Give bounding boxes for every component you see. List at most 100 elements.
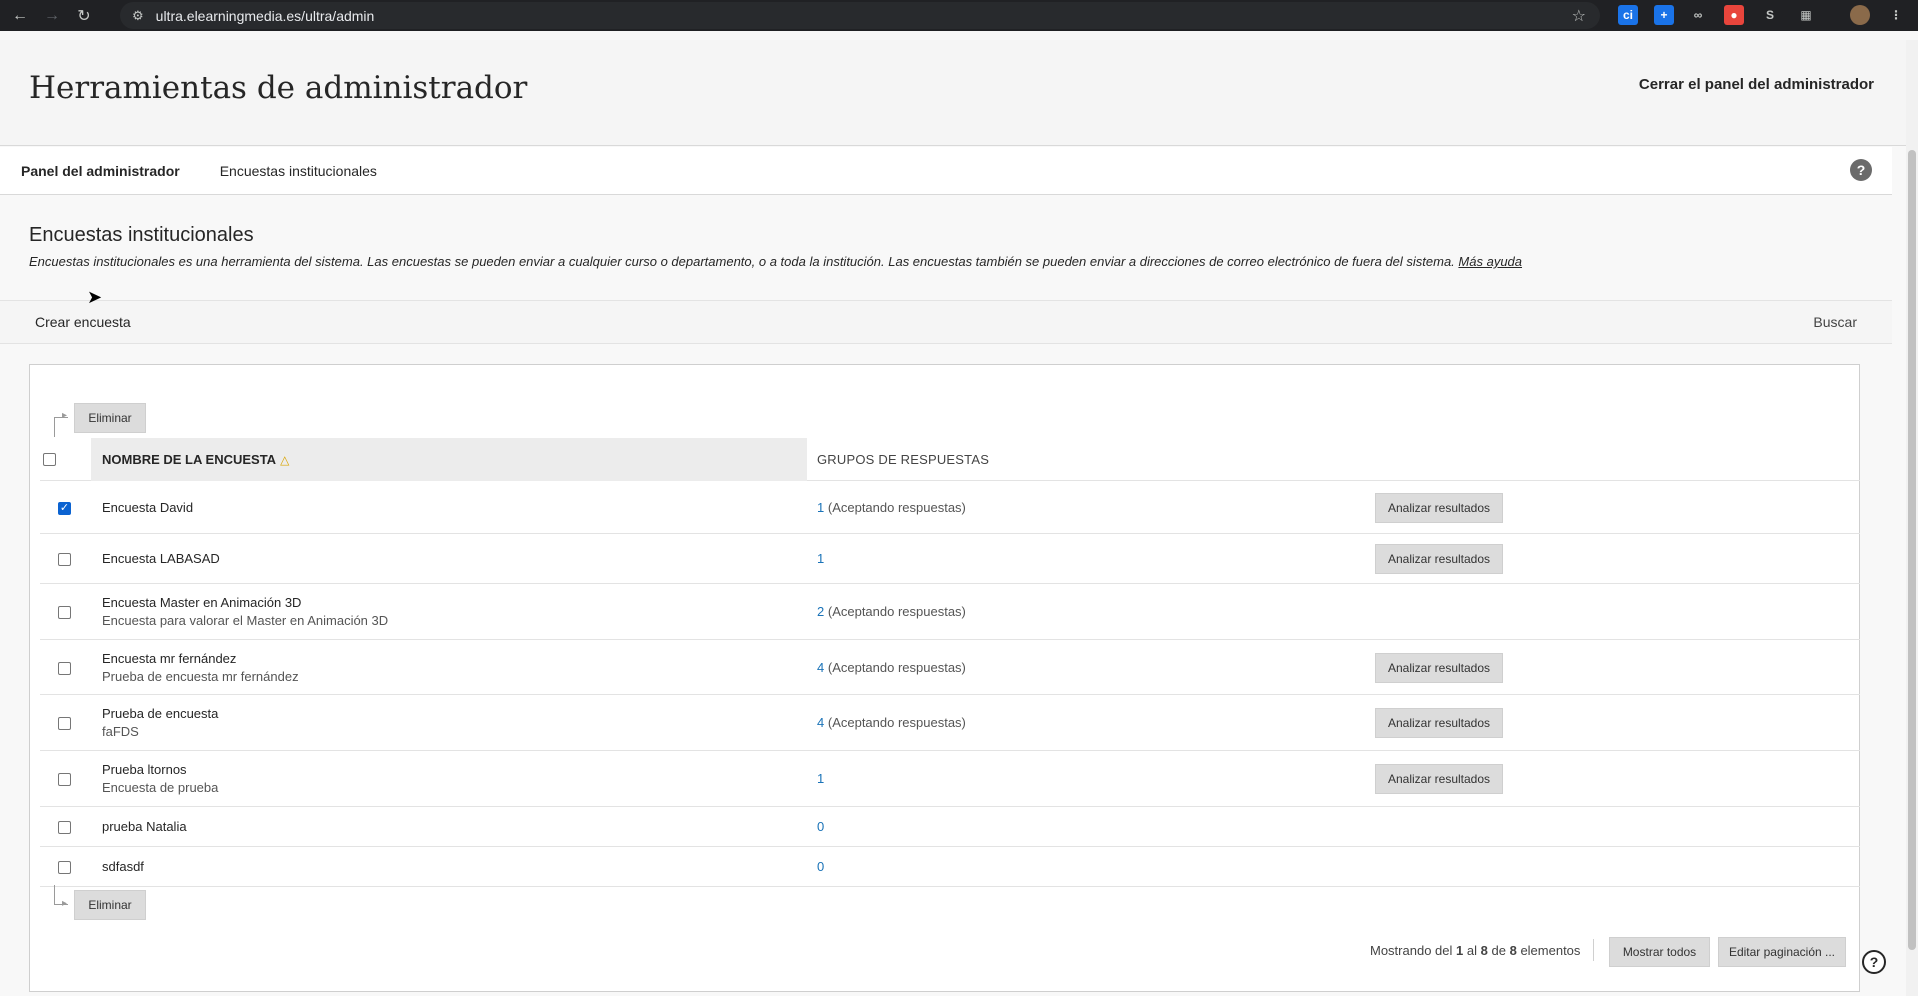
column-header-groups: GRUPOS DE RESPUESTAS — [817, 452, 990, 467]
column-header-name[interactable]: NOMBRE DE LA ENCUESTA △ — [102, 452, 289, 467]
avatar[interactable] — [1850, 5, 1870, 25]
row-checkbox[interactable] — [58, 821, 71, 834]
action-bar: Crear encuesta Buscar — [0, 300, 1892, 344]
description-text: Encuestas institucionales es una herrami… — [29, 254, 1455, 269]
show-all-button[interactable]: Mostrar todos — [1609, 937, 1710, 967]
puzzle-icon[interactable]: ▦ — [1796, 5, 1816, 25]
breadcrumb-admin-panel[interactable]: Panel del administrador — [21, 163, 180, 179]
response-groups-status: (Aceptando respuestas) — [827, 604, 966, 619]
survey-name[interactable]: prueba Natalia — [102, 819, 187, 834]
response-groups-link[interactable]: 1 — [817, 771, 824, 786]
response-groups-link[interactable]: 1 — [817, 500, 824, 515]
table-row: Encuesta mr fernández Prueba de encuesta … — [40, 640, 1860, 695]
page-title: Herramientas de administrador — [29, 70, 528, 106]
response-groups: 4 (Aceptando respuestas) — [817, 660, 966, 675]
pagination-mid: de — [1491, 943, 1506, 958]
analyze-results-button[interactable]: Analizar resultados — [1375, 653, 1503, 683]
table-row: ✓ Encuesta David 1 (Aceptando respuestas) A… — [40, 481, 1860, 534]
response-groups-status: (Aceptando respuestas) — [827, 715, 966, 730]
scrollbar[interactable] — [1906, 40, 1918, 996]
row-checkbox[interactable] — [58, 773, 71, 786]
extension-icon[interactable]: + — [1654, 5, 1674, 25]
extension-icon[interactable]: ci — [1618, 5, 1638, 25]
response-groups: 1 (Aceptando respuestas) — [817, 500, 966, 515]
mouse-cursor: ➤ — [87, 287, 103, 307]
help-icon[interactable]: ? — [1850, 159, 1872, 181]
pagination-to: 8 — [1480, 943, 1488, 958]
row-checkbox[interactable] — [58, 606, 71, 619]
response-groups: 2 (Aceptando respuestas) — [817, 604, 966, 619]
extension-icon[interactable]: ● — [1724, 5, 1744, 25]
delete-button-bottom[interactable]: Eliminar — [74, 890, 146, 920]
response-groups-link[interactable]: 0 — [817, 819, 824, 834]
close-admin-panel-link[interactable]: Cerrar el panel del administrador — [1639, 76, 1874, 93]
analyze-results-button[interactable]: Analizar resultados — [1375, 493, 1503, 523]
pagination-mid: al — [1466, 943, 1477, 958]
row-checkbox[interactable]: ✓ — [58, 502, 71, 515]
response-groups-link[interactable]: 0 — [817, 859, 824, 874]
table-row: Prueba ltornos Encuesta de prueba 1 Analiz… — [40, 751, 1860, 807]
select-all-checkbox[interactable] — [43, 453, 56, 466]
survey-name[interactable]: Encuesta LABASAD — [102, 551, 220, 566]
breadcrumb: Panel del administrador Encuestas instit… — [0, 147, 1892, 195]
search-button[interactable]: Buscar — [1813, 314, 1857, 330]
breadcrumb-institutional-surveys: Encuestas institucionales — [219, 162, 377, 179]
survey-description: Encuesta de prueba — [102, 780, 219, 795]
survey-name[interactable]: Encuesta David — [102, 500, 193, 515]
analyze-results-button[interactable]: Analizar resultados — [1375, 708, 1503, 738]
pagination-from: 1 — [1456, 943, 1464, 958]
reload-icon[interactable]: ↻ — [72, 4, 96, 28]
response-groups-link[interactable]: 4 — [817, 715, 824, 730]
row-checkbox[interactable] — [58, 717, 71, 730]
survey-name[interactable]: sdfasdf — [102, 859, 144, 874]
response-groups: 0 — [817, 819, 824, 834]
divider — [1593, 939, 1594, 961]
row-checkbox[interactable] — [58, 861, 71, 874]
response-groups: 1 — [817, 771, 824, 786]
row-checkbox[interactable] — [58, 662, 71, 675]
arrow-right-icon: ▸ — [62, 898, 68, 909]
table-row: Encuesta Master en Animación 3D Encuesta … — [40, 584, 1860, 640]
analyze-results-button[interactable]: Analizar resultados — [1375, 764, 1503, 794]
table-row: Encuesta LABASAD 1 Analizar resultados — [40, 534, 1860, 584]
pagination-info: Mostrando del 1 al 8 de 8 elementos — [1370, 943, 1580, 958]
url-text: ultra.elearningmedia.es/ultra/admin — [155, 7, 375, 24]
address-bar[interactable]: ⚙ ultra.elearningmedia.es/ultra/admin ☆ — [120, 2, 1600, 29]
site-info-icon[interactable]: ⚙ — [132, 8, 144, 24]
section-title: Encuestas institucionales — [29, 224, 254, 246]
pagination-suffix: elementos — [1520, 943, 1581, 958]
back-icon[interactable]: ← — [8, 4, 32, 28]
analyze-results-button[interactable]: Analizar resultados — [1375, 544, 1503, 574]
more-help-link[interactable]: Más ayuda — [1458, 254, 1522, 269]
survey-name[interactable]: Encuesta mr fernández — [102, 651, 236, 666]
response-groups-link[interactable]: 2 — [817, 604, 824, 619]
sort-ascending-icon: △ — [280, 453, 290, 467]
surveys-panel: ▸ Eliminar NOMBRE DE LA ENCUESTA △ GRUPOS… — [29, 364, 1860, 992]
response-groups: 0 — [817, 859, 824, 874]
table-header: NOMBRE DE LA ENCUESTA △ GRUPOS DE RESPUES… — [40, 438, 1860, 481]
survey-description: Encuesta para valorar el Master en Anima… — [102, 613, 389, 628]
help-icon[interactable]: ? — [1862, 950, 1886, 974]
delete-button-top[interactable]: Eliminar — [74, 403, 146, 433]
extension-icon[interactable]: S — [1760, 5, 1780, 25]
row-checkbox[interactable] — [58, 553, 71, 566]
table-row: prueba Natalia 0 — [40, 807, 1860, 847]
column-header-name-label: NOMBRE DE LA ENCUESTA — [102, 452, 277, 467]
response-groups-link[interactable]: 4 — [817, 660, 824, 675]
response-groups-link[interactable]: 1 — [817, 551, 824, 566]
survey-name[interactable]: Prueba de encuesta — [102, 706, 218, 721]
menu-kebab-icon[interactable]: ⋮ — [1886, 5, 1906, 25]
survey-description: Prueba de encuesta mr fernández — [102, 669, 299, 684]
browser-toolbar: ← → ↻ ⚙ ultra.elearningmedia.es/ultra/ad… — [0, 0, 1918, 31]
forward-icon[interactable]: → — [40, 4, 64, 28]
survey-name[interactable]: Prueba ltornos — [102, 762, 187, 777]
extension-icon[interactable]: ∞ — [1688, 5, 1708, 25]
create-survey-button[interactable]: Crear encuesta — [35, 314, 131, 330]
survey-description: faFDS — [102, 724, 139, 739]
response-groups: 1 — [817, 551, 824, 566]
table-row: Prueba de encuesta faFDS 4 (Aceptando resp… — [40, 695, 1860, 751]
bookmark-star-icon[interactable]: ☆ — [1572, 6, 1586, 26]
survey-name[interactable]: Encuesta Master en Animación 3D — [102, 595, 301, 610]
section-description: Encuestas institucionales es una herrami… — [29, 254, 1522, 269]
edit-pagination-button[interactable]: Editar paginación ... — [1718, 937, 1846, 967]
